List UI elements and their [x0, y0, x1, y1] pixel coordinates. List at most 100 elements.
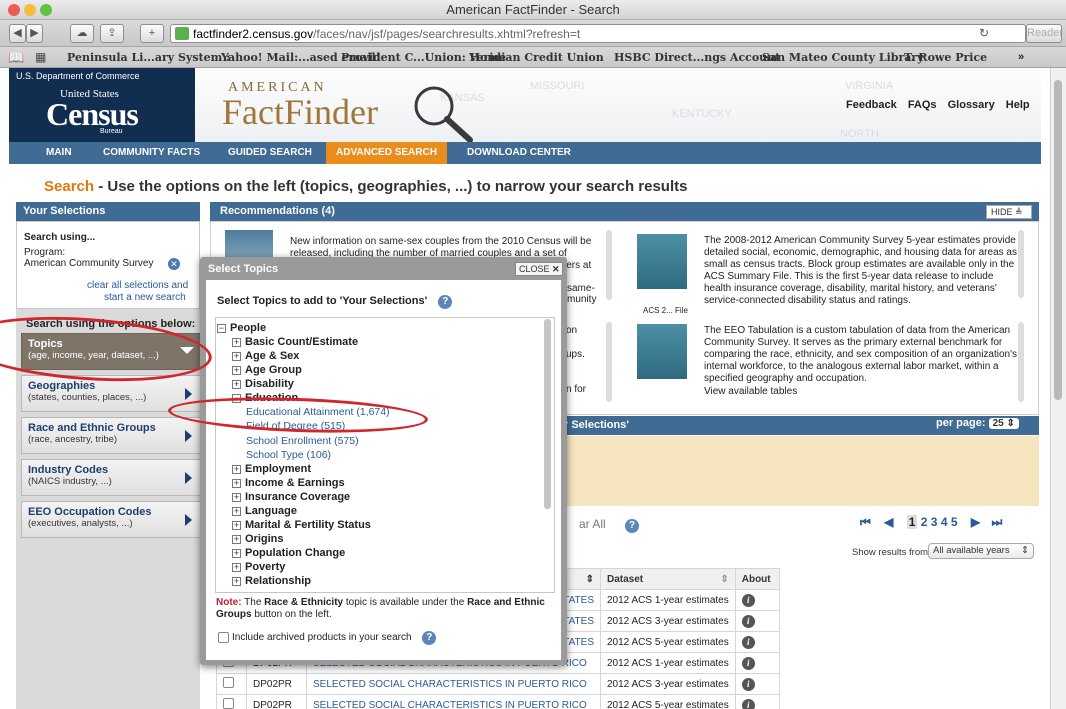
expand-icon[interactable]: + — [232, 549, 241, 558]
expand-icon[interactable]: + — [232, 338, 241, 347]
tree-node[interactable]: + Origins — [232, 533, 284, 547]
tree-node[interactable]: + Income & Earnings — [232, 477, 345, 491]
expand-icon[interactable]: + — [232, 521, 241, 530]
remove-selection-icon[interactable]: ✕ — [168, 258, 180, 270]
nav-community-facts[interactable]: COMMUNITY FACTS — [103, 142, 200, 164]
view-available-tables-link[interactable]: View available tables — [704, 386, 797, 398]
forward-icon[interactable]: ▶ — [26, 24, 43, 43]
recommendation-link[interactable]: ACS 2... File — [643, 305, 688, 317]
row-checkbox[interactable] — [223, 698, 234, 709]
bookmark-item[interactable]: T. Rowe Price — [904, 51, 987, 64]
expand-icon[interactable]: + — [232, 535, 241, 544]
row-checkbox[interactable] — [223, 677, 234, 688]
page-scroll-thumb[interactable] — [1054, 80, 1062, 400]
row-title-link[interactable]: SELECTED SOCIAL CHARACTERISTICS IN PUERT… — [306, 694, 601, 709]
prev-page-icon[interactable]: ◀ — [884, 515, 893, 529]
page-link[interactable]: 3 — [931, 515, 938, 529]
expand-icon[interactable]: + — [232, 507, 241, 516]
bookmark-item[interactable]: Veridian Credit Union — [469, 51, 604, 64]
info-icon[interactable]: i — [741, 656, 755, 670]
recommendation-scroll[interactable] — [1018, 322, 1024, 402]
feedback-link[interactable]: Feedback — [846, 99, 897, 111]
help-link[interactable]: Help — [1006, 99, 1030, 111]
tree-node[interactable]: + Age Group — [232, 364, 302, 378]
top-sites-icon[interactable]: ▦ — [35, 50, 46, 64]
help-icon[interactable]: ? — [438, 295, 453, 309]
tree-node[interactable]: + Relationship — [232, 575, 311, 589]
recommendation-scroll[interactable] — [606, 230, 612, 300]
eeo-occupation-codes-button[interactable]: EEO Occupation Codes (executives, analys… — [21, 501, 203, 538]
tree-node[interactable]: + Employment — [232, 463, 311, 477]
reader-button[interactable]: Reader — [1026, 24, 1063, 43]
clear-all-link[interactable]: ar All ? — [579, 517, 640, 533]
info-icon[interactable]: i — [741, 635, 755, 649]
tree-node[interactable]: + Marital & Fertility Status — [232, 519, 371, 533]
bookmark-item[interactable]: San Mateo County Library — [762, 51, 924, 64]
nav-guided-search[interactable]: GUIDED SEARCH — [228, 142, 312, 164]
industry-codes-button[interactable]: Industry Codes (NAICS industry, ...) — [21, 459, 203, 496]
help-icon[interactable]: ? — [625, 519, 640, 533]
first-page-icon[interactable]: ⏮ — [860, 515, 871, 529]
nav-main[interactable]: MAIN — [46, 142, 72, 164]
page-link[interactable]: 2 — [921, 515, 928, 529]
share-icon[interactable]: ⇪ — [100, 24, 124, 43]
nav-advanced-search[interactable]: ADVANCED SEARCH — [326, 142, 447, 164]
dialog-close-button[interactable]: CLOSE ✕ — [515, 262, 563, 276]
expand-icon[interactable]: + — [232, 366, 241, 375]
bookmark-item[interactable]: HSBC Direct...ngs Account — [614, 51, 780, 64]
icloud-tabs-icon[interactable]: ☁ — [70, 24, 94, 43]
tree-node[interactable]: + Poverty — [232, 561, 285, 575]
recommendation-scroll[interactable] — [1018, 230, 1024, 298]
address-bar[interactable]: factfinder2.census.gov/faces/nav/jsf/pag… — [170, 24, 1026, 43]
expand-icon[interactable]: + — [232, 380, 241, 389]
faqs-link[interactable]: FAQs — [908, 99, 937, 111]
topic-school-enrollment[interactable]: School Enrollment (575) — [246, 435, 359, 449]
help-icon[interactable]: ? — [422, 631, 437, 645]
bookmark-item[interactable]: Peninsula Li...ary System : — [67, 51, 230, 64]
bookmarks-overflow-icon[interactable]: » — [1018, 51, 1024, 63]
info-icon[interactable]: i — [741, 698, 755, 709]
tree-node-people[interactable]: − People — [217, 322, 266, 336]
page-link[interactable]: 5 — [951, 515, 958, 529]
back-icon[interactable]: ◀ — [9, 24, 26, 43]
race-ethnic-groups-button[interactable]: Race and Ethnic Groups (race, ancestry, … — [21, 417, 203, 454]
last-page-icon[interactable]: ⏭ — [991, 515, 1002, 529]
include-archived-row[interactable]: Include archived products in your search… — [218, 631, 437, 645]
glossary-link[interactable]: Glossary — [948, 99, 995, 111]
start-new-search-link[interactable]: start a new search — [104, 292, 186, 303]
years-select[interactable]: All available years ⇕ — [928, 543, 1034, 559]
tree-node[interactable]: + Language — [232, 505, 297, 519]
collapse-icon[interactable]: − — [217, 324, 226, 333]
expand-icon[interactable]: + — [232, 465, 241, 474]
include-archived-checkbox[interactable] — [218, 631, 229, 643]
tree-node[interactable]: + Insurance Coverage — [232, 491, 350, 505]
reading-list-icon[interactable]: 📖 — [8, 50, 24, 66]
tree-node[interactable]: + Age & Sex — [232, 350, 299, 364]
next-page-icon[interactable]: ▶ — [971, 515, 980, 529]
new-tab-icon[interactable]: + — [140, 24, 164, 43]
info-icon[interactable]: i — [741, 614, 755, 628]
expand-icon[interactable]: + — [232, 563, 241, 572]
expand-icon[interactable]: + — [232, 493, 241, 502]
clear-selections-link[interactable]: clear all selections and — [87, 280, 188, 291]
tree-node[interactable]: + Population Change — [232, 547, 345, 561]
factfinder-logo[interactable]: FactFinder — [222, 91, 378, 133]
expand-icon[interactable]: + — [232, 479, 241, 488]
page-link[interactable]: 1 — [906, 515, 918, 529]
page-link[interactable]: 4 — [941, 515, 948, 529]
info-icon[interactable]: i — [741, 593, 755, 607]
hide-recommendations-button[interactable]: HIDE ≜ — [986, 205, 1032, 219]
info-icon[interactable]: i — [741, 677, 755, 691]
tree-node[interactable]: + Disability — [232, 378, 294, 392]
expand-icon[interactable]: + — [232, 577, 241, 586]
tree-node[interactable]: + Basic Count/Estimate — [232, 336, 358, 350]
topic-school-type[interactable]: School Type (106) — [246, 449, 331, 463]
col-dataset[interactable]: Dataset ⇕ — [600, 568, 736, 590]
topics-tree-scrollbar[interactable] — [544, 319, 551, 509]
recommendation-scroll[interactable] — [606, 322, 612, 402]
nav-download-center[interactable]: DOWNLOAD CENTER — [467, 142, 571, 164]
per-page-select[interactable]: 25 ⇕ — [988, 418, 1019, 429]
row-title-link[interactable]: SELECTED SOCIAL CHARACTERISTICS IN PUERT… — [306, 673, 601, 695]
reload-icon[interactable]: ↻ — [979, 26, 989, 40]
expand-icon[interactable]: + — [232, 352, 241, 361]
